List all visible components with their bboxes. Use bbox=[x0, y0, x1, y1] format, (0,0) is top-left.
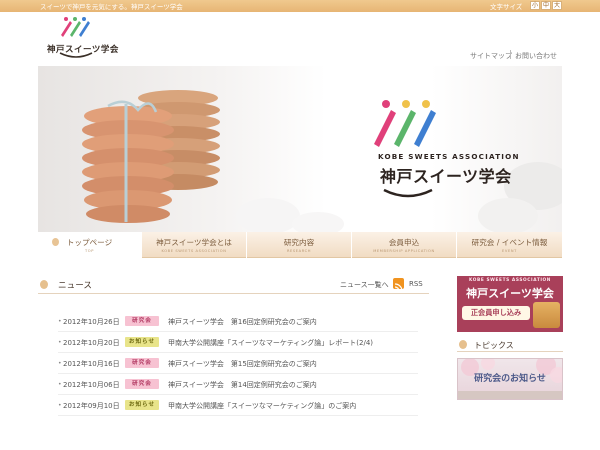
news-text[interactable]: 神戸スイーツ学会 第16回定例研究会のご案内 bbox=[168, 317, 317, 327]
news-date: 2012年10月06日 bbox=[63, 381, 120, 389]
membership-apply-button[interactable]: 正会員申し込み bbox=[462, 306, 530, 320]
topics-title: トピックス bbox=[474, 341, 514, 350]
nav-item-event[interactable]: 研究会 / イベント情報 EVENT bbox=[457, 232, 562, 258]
banner-title-jp: 神戸スイーツ学会 bbox=[466, 287, 554, 300]
news-badge: 研究会 bbox=[125, 379, 159, 389]
nav-item-sub: TOP bbox=[85, 249, 94, 253]
top-bar: スイーツで神戸を元気にする。神戸スイーツ学会 文字サイズ 小 中 大 bbox=[0, 0, 600, 12]
logo-text: 神戸スイーツ学会 bbox=[47, 45, 119, 55]
membership-banner[interactable]: KOBE SWEETS ASSOCIATION 神戸スイーツ学会 正会員申し込み bbox=[457, 276, 563, 332]
bullet-icon: • bbox=[58, 339, 62, 346]
rss-link[interactable]: RSS bbox=[409, 280, 423, 288]
news-item[interactable]: • 2012年10月16日 研究会 神戸スイーツ学会 第15回定例研究会のご案内 bbox=[58, 354, 418, 374]
news-date: 2012年09月10日 bbox=[63, 402, 120, 410]
bullet-icon: • bbox=[58, 318, 62, 325]
site-tagline: スイーツで神戸を元気にする。神戸スイーツ学会 bbox=[40, 3, 183, 11]
news-date: 2012年10月26日 bbox=[63, 318, 120, 326]
hero-illustration bbox=[82, 90, 562, 232]
study-notice-banner[interactable]: 研究会のお知らせ bbox=[457, 358, 563, 400]
font-size-label: 文字サイズ bbox=[490, 3, 523, 11]
bullet-icon: • bbox=[58, 402, 62, 409]
nav-item-sub: KOBE SWEETS ASSOCIATION bbox=[161, 249, 227, 253]
hero-title-en: KOBE SWEETS ASSOCIATION bbox=[378, 152, 520, 161]
study-notice-text: 研究会のお知らせ bbox=[474, 374, 546, 384]
nav-item-about[interactable]: 神戸スイーツ学会とは KOBE SWEETS ASSOCIATION bbox=[142, 232, 247, 258]
cookie-stack-front bbox=[82, 106, 174, 223]
font-size-small-button[interactable]: 小 bbox=[530, 1, 540, 10]
nav-item-research[interactable]: 研究内容 RESEARCH bbox=[247, 232, 352, 258]
news-badge: お知らせ bbox=[125, 400, 159, 410]
news-bullet-icon bbox=[40, 280, 48, 289]
news-title: ニュース bbox=[58, 281, 92, 291]
news-item[interactable]: • 2012年10月06日 研究会 神戸スイーツ学会 第14回定例研究会のご案内 bbox=[58, 375, 418, 395]
hero-title-jp: 神戸スイーツ学会 bbox=[380, 167, 512, 186]
contact-link[interactable]: お問い合わせ bbox=[515, 51, 557, 61]
news-text[interactable]: 甲南大学公開講座「スイーツなマーケティング論」のご案内 bbox=[168, 401, 356, 411]
sitemap-link[interactable]: サイトマップ bbox=[470, 51, 512, 61]
nav-item-label: トップページ bbox=[66, 238, 113, 247]
font-size-large-button[interactable]: 大 bbox=[552, 1, 562, 10]
nav-item-sub: RESEARCH bbox=[286, 249, 312, 253]
nav-item-sub: MEMBERSHIP APPLICATION bbox=[373, 249, 435, 253]
news-list-link[interactable]: ニュース一覧へ bbox=[340, 280, 389, 290]
bullet-icon: • bbox=[58, 381, 62, 388]
nav-item-label: 神戸スイーツ学会とは bbox=[156, 238, 232, 247]
news-item[interactable]: • 2012年10月20日 お知らせ 甲南大学公開講座「スイーツなマーケティング… bbox=[58, 333, 418, 353]
news-badge: 研究会 bbox=[125, 358, 159, 368]
global-nav: トップページ TOP 神戸スイーツ学会とは KOBE SWEETS ASSOCI… bbox=[38, 232, 562, 258]
font-size-medium-button[interactable]: 中 bbox=[541, 1, 551, 10]
nav-item-membership[interactable]: 会員申込 MEMBERSHIP APPLICATION bbox=[352, 232, 457, 258]
nav-item-sub: EVENT bbox=[502, 249, 517, 253]
news-text[interactable]: 神戸スイーツ学会 第14回定例研究会のご案内 bbox=[168, 380, 317, 390]
news-date: 2012年10月20日 bbox=[63, 339, 120, 347]
news-header: ニュース ニュース一覧へ RSS bbox=[38, 277, 429, 294]
news-item[interactable]: • 2012年10月26日 研究会 神戸スイーツ学会 第16回定例研究会のご案内 bbox=[58, 312, 418, 332]
topics-header: トピックス bbox=[457, 338, 563, 352]
utility-divider bbox=[510, 50, 511, 59]
news-badge: お知らせ bbox=[125, 337, 159, 347]
hero-banner: KOBE SWEETS ASSOCIATION 神戸スイーツ学会 bbox=[38, 66, 562, 232]
news-text[interactable]: 神戸スイーツ学会 第15回定例研究会のご案内 bbox=[168, 359, 317, 369]
nav-item-label: 会員申込 bbox=[388, 238, 420, 247]
rss-icon[interactable] bbox=[393, 278, 404, 292]
nav-item-label: 研究内容 bbox=[283, 238, 315, 247]
banner-title-en: KOBE SWEETS ASSOCIATION bbox=[468, 278, 552, 283]
bullet-icon: • bbox=[58, 360, 62, 367]
news-date: 2012年10月16日 bbox=[63, 360, 120, 368]
nav-item-label: 研究会 / イベント情報 bbox=[471, 238, 548, 247]
news-text[interactable]: 甲南大学公開講座「スイーツなマーケティング論」レポート(2/4) bbox=[168, 338, 373, 348]
news-item[interactable]: • 2012年09月10日 お知らせ 甲南大学公開講座「スイーツなマーケティング… bbox=[58, 396, 418, 416]
news-badge: 研究会 bbox=[125, 316, 159, 326]
nav-item-top[interactable]: トップページ TOP bbox=[38, 232, 142, 258]
topics-bullet-icon bbox=[459, 340, 467, 349]
cake-image bbox=[533, 302, 560, 328]
